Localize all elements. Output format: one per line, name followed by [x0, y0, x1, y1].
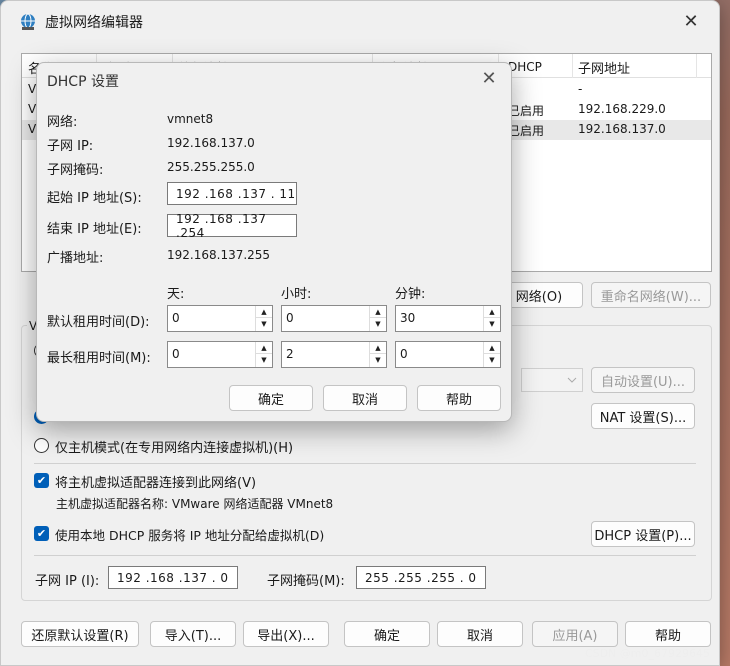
- close-icon[interactable]: ✕: [679, 11, 703, 32]
- subnet-mask-label: 子网掩码(M):: [267, 574, 345, 589]
- spin-down-icon[interactable]: ▼: [256, 318, 272, 330]
- hours-header: 小时:: [281, 287, 312, 302]
- max-lease-hours-spinner[interactable]: 2 ▲ ▼: [281, 341, 387, 368]
- rename-network-button[interactable]: 重命名网络(W)...: [591, 282, 711, 308]
- subnet-ip-label: 子网 IP (I):: [35, 574, 100, 589]
- divider: [34, 555, 696, 556]
- subnet-ip-value: 192.168.137.0: [167, 136, 255, 150]
- host-only-radio[interactable]: [34, 438, 49, 453]
- max-lease-minutes-spinner[interactable]: 0 ▲ ▼: [395, 341, 501, 368]
- broadcast-value: 192.168.137.255: [167, 248, 271, 262]
- dialog-cancel-button[interactable]: 取消: [323, 385, 407, 411]
- network-value: vmnet8: [167, 112, 214, 126]
- spin-down-icon[interactable]: ▼: [370, 354, 386, 366]
- window-title: 虚拟网络编辑器: [45, 15, 143, 31]
- dialog-title: DHCP 设置: [47, 74, 119, 90]
- minutes-header: 分钟:: [395, 287, 426, 302]
- default-lease-minutes-spinner[interactable]: 30 ▲ ▼: [395, 305, 501, 332]
- col-dhcp[interactable]: DHCP: [508, 60, 542, 74]
- restore-defaults-button[interactable]: 还原默认设置(R): [21, 621, 139, 647]
- auto-settings-button[interactable]: 自动设置(U)...: [591, 367, 695, 393]
- end-ip-label: 结束 IP 地址(E):: [47, 222, 142, 237]
- divider: [34, 463, 696, 464]
- titlebar: 虚拟网络编辑器 ✕: [1, 1, 719, 41]
- subnet-ip-input[interactable]: 192 .168 .137 . 0: [108, 566, 238, 589]
- subnet-mask-value: 255.255.255.0: [167, 160, 255, 174]
- adapter-name-label: 主机虚拟适配器名称: VMware 网络适配器 VMnet8: [56, 497, 334, 511]
- broadcast-label: 广播地址:: [47, 251, 104, 266]
- dhcp-settings-button[interactable]: DHCP 设置(P)...: [591, 521, 695, 547]
- max-lease-days-spinner[interactable]: 0 ▲ ▼: [167, 341, 273, 368]
- default-lease-days-spinner[interactable]: 0 ▲ ▼: [167, 305, 273, 332]
- host-only-label: 仅主机模式(在专用网络内连接虚拟机)(H): [55, 441, 294, 456]
- default-lease-label: 默认租用时间(D):: [47, 315, 150, 330]
- network-label: 网络:: [47, 115, 78, 130]
- watermark: CSDN @m0_67929645: [584, 647, 710, 660]
- col-subnet[interactable]: 子网地址: [578, 58, 630, 77]
- dhcp-settings-dialog: DHCP 设置 ✕ 网络: vmnet8 子网 IP: 192.168.137.…: [36, 62, 512, 422]
- export-button[interactable]: 导出(X)...: [243, 621, 329, 647]
- connect-adapter-label: 将主机虚拟适配器连接到此网络(V): [55, 476, 257, 491]
- subnet-mask-label: 子网掩码:: [47, 163, 104, 178]
- network-app-icon: [21, 13, 35, 30]
- start-ip-input[interactable]: 192 .168 .137 . 11: [167, 182, 297, 205]
- help-button[interactable]: 帮助: [625, 621, 711, 647]
- days-header: 天:: [167, 287, 185, 302]
- subnet-ip-label: 子网 IP:: [47, 139, 94, 154]
- spin-down-icon[interactable]: ▼: [370, 318, 386, 330]
- use-dhcp-label: 使用本地 DHCP 服务将 IP 地址分配给虚拟机(D): [55, 528, 325, 543]
- spin-down-icon[interactable]: ▼: [256, 354, 272, 366]
- close-icon[interactable]: ✕: [477, 68, 501, 89]
- end-ip-input[interactable]: 192 .168 .137 .254: [167, 212, 297, 240]
- bridge-adapter-dropdown[interactable]: [521, 368, 583, 392]
- start-ip-label: 起始 IP 地址(S):: [47, 191, 142, 206]
- nat-settings-button[interactable]: NAT 设置(S)...: [591, 403, 695, 429]
- use-dhcp-checkbox[interactable]: ✔: [34, 526, 49, 541]
- cancel-button[interactable]: 取消: [437, 621, 523, 647]
- spin-up-icon[interactable]: ▲: [256, 342, 272, 354]
- connect-adapter-checkbox[interactable]: ✔: [34, 473, 49, 488]
- dialog-ok-button[interactable]: 确定: [229, 385, 313, 411]
- default-lease-hours-spinner[interactable]: 0 ▲ ▼: [281, 305, 387, 332]
- spin-up-icon[interactable]: ▲: [484, 306, 500, 318]
- spin-up-icon[interactable]: ▲: [256, 306, 272, 318]
- spin-down-icon[interactable]: ▼: [484, 354, 500, 366]
- import-button[interactable]: 导入(T)...: [150, 621, 236, 647]
- spin-down-icon[interactable]: ▼: [484, 318, 500, 330]
- apply-button[interactable]: 应用(A): [532, 621, 618, 647]
- spin-up-icon[interactable]: ▲: [484, 342, 500, 354]
- ok-button[interactable]: 确定: [344, 621, 430, 647]
- spin-up-icon[interactable]: ▲: [370, 306, 386, 318]
- subnet-mask-input[interactable]: 255 .255 .255 . 0: [356, 566, 486, 589]
- max-lease-label: 最长租用时间(M):: [47, 351, 151, 366]
- dialog-help-button[interactable]: 帮助: [417, 385, 501, 411]
- spin-up-icon[interactable]: ▲: [370, 342, 386, 354]
- chevron-down-icon: [567, 377, 577, 383]
